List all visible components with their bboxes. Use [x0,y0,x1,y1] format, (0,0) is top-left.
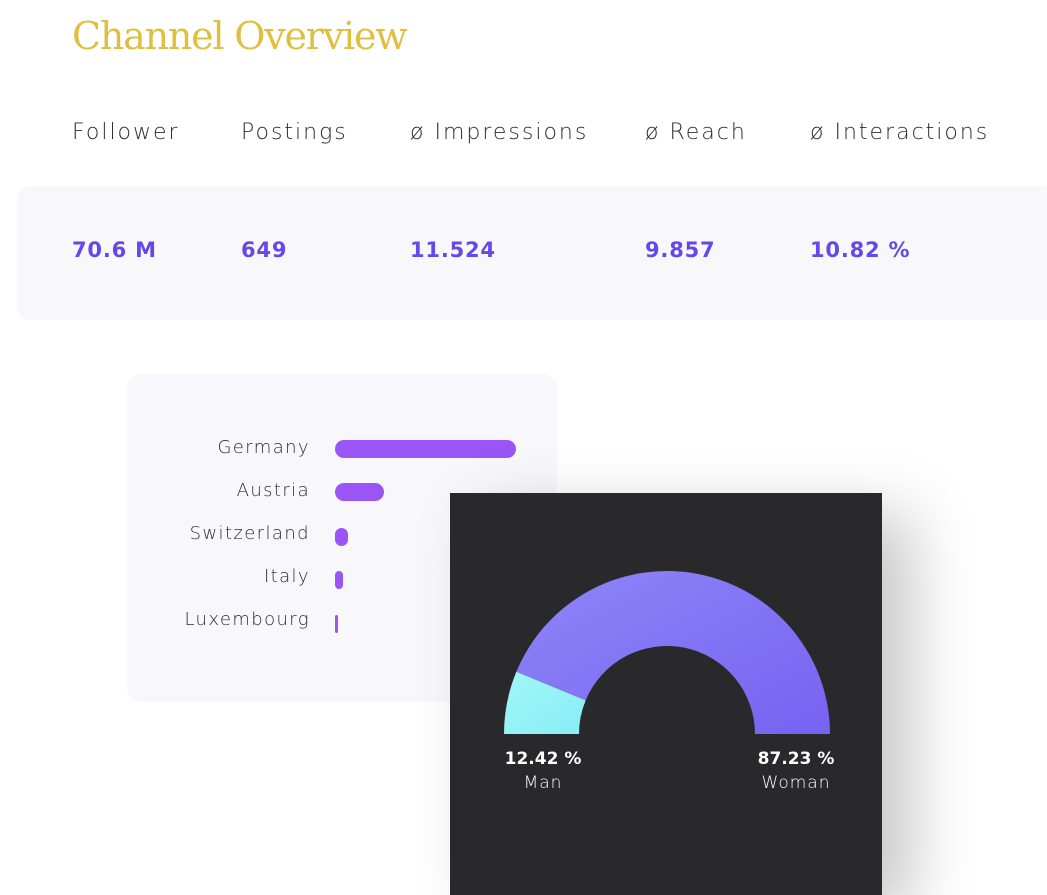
metric-value-follower: 70.6 M [72,238,157,262]
metric-value-impressions: 11.524 [410,238,496,262]
country-label: Italy [263,566,310,587]
country-label: Austria [236,480,310,501]
country-label: Switzerland [189,523,310,544]
metric-header-postings: Postings [241,120,348,145]
country-bar-germany [335,440,516,458]
metric-value-interactions: 10.82 % [810,238,911,262]
woman-label: Woman [761,773,831,793]
metric-value-reach: 9.857 [645,238,716,262]
metric-header-interactions: ø Interactions [810,120,990,145]
man-label: Man [523,773,563,793]
country-bar-austria [335,483,384,501]
man-percent: 12.42 % [504,749,582,769]
country-bar-luxembourg [335,615,338,633]
country-bar-italy [335,571,343,589]
gender-card: 12.42 % Man 87.23 % Woman [450,493,882,895]
metric-header-reach: ø Reach [645,120,747,145]
gender-donut-chart [504,571,830,734]
country-bar-switzerland [335,528,348,546]
page-title: Channel Overview [72,14,408,58]
metric-header-follower: Follower [72,120,180,145]
metric-header-impressions: ø Impressions [410,120,589,145]
metric-value-postings: 649 [241,238,288,262]
woman-percent: 87.23 % [757,749,835,769]
country-label: Luxembourg [184,609,310,630]
country-label: Germany [217,437,310,458]
